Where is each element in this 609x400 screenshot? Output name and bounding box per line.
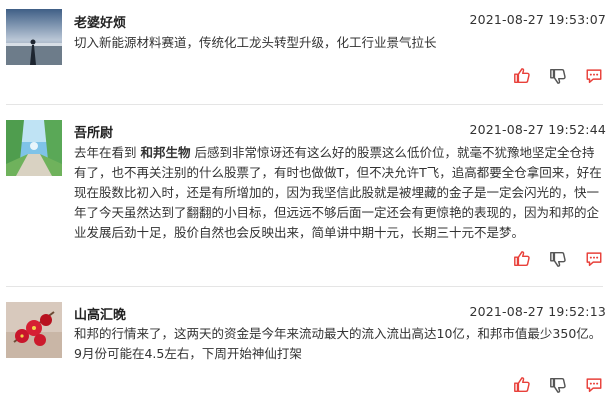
comment-text-pre: 去年在看到 — [74, 145, 141, 160]
thumbs-down-icon[interactable] — [549, 250, 567, 268]
avatar[interactable] — [6, 9, 62, 65]
beach-sunset-avatar-icon — [6, 9, 62, 65]
thumbs-up-icon[interactable] — [513, 376, 531, 394]
username[interactable]: 老婆好烦 — [74, 12, 126, 31]
comment-post: 山高汇晚 2021-08-27 19:52:13 和邦的行情来了，这两天的资金是… — [0, 287, 609, 400]
username[interactable]: 吾所尉 — [74, 122, 113, 141]
thumbs-down-icon[interactable] — [549, 376, 567, 394]
thumbs-down-icon[interactable] — [549, 67, 567, 85]
avatar[interactable] — [6, 302, 62, 358]
red-flowers-avatar-icon — [6, 302, 62, 358]
timestamp: 2021-08-27 19:52:13 — [469, 304, 606, 319]
timestamp: 2021-08-27 19:52:44 — [469, 122, 606, 137]
park-path-avatar-icon — [6, 120, 62, 176]
comment-icon[interactable] — [585, 67, 603, 85]
comment-post: 老婆好烦 2021-08-27 19:53:07 切入新能源材料赛道，传统化工龙… — [0, 0, 609, 100]
comment-text: 去年在看到 和邦生物 后感到非常惊讶还有这么好的股票这么低价位，就毫不犹豫地坚定… — [74, 143, 604, 243]
stock-link[interactable]: 和邦生物 — [140, 145, 190, 160]
comment-text: 和邦的行情来了，这两天的资金是今年来流动最大的流入流出高达10亿，和邦市值最少3… — [74, 326, 602, 361]
thumbs-up-icon[interactable] — [513, 250, 531, 268]
timestamp: 2021-08-27 19:53:07 — [469, 12, 606, 27]
comment-icon[interactable] — [585, 250, 603, 268]
comment-icon[interactable] — [585, 376, 603, 394]
username[interactable]: 山高汇晚 — [74, 304, 126, 323]
avatar[interactable] — [6, 120, 62, 176]
comment-text: 切入新能源材料赛道，传统化工龙头转型升级，化工行业景气拉长 — [74, 35, 437, 50]
comment-post: 吾所尉 2021-08-27 19:52:44 去年在看到 和邦生物 后感到非常… — [0, 105, 609, 285]
thumbs-up-icon[interactable] — [513, 67, 531, 85]
